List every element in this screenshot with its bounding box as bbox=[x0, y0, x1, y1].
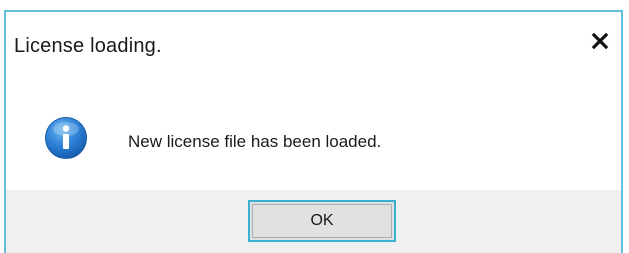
dialog-titlebar: License loading. bbox=[6, 12, 621, 72]
dialog-content: New license file has been loaded. bbox=[6, 72, 621, 190]
close-icon bbox=[591, 32, 609, 50]
dialog-footer: OK bbox=[6, 190, 621, 253]
license-dialog: License loading. New license file has be… bbox=[4, 10, 623, 253]
info-icon bbox=[45, 117, 87, 159]
close-button[interactable] bbox=[585, 26, 615, 56]
dialog-message: New license file has been loaded. bbox=[128, 132, 382, 151]
ok-button[interactable]: OK bbox=[248, 200, 396, 242]
ok-button-label: OK bbox=[310, 212, 334, 229]
dialog-title: License loading. bbox=[14, 35, 162, 57]
